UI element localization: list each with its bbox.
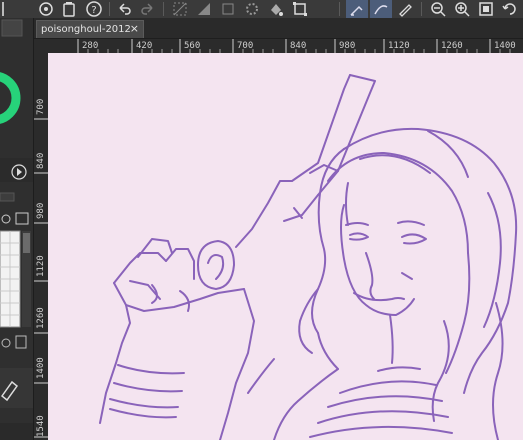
svg-text:?: ? xyxy=(91,5,96,16)
toolbar-separator xyxy=(109,2,110,16)
close-tab-icon[interactable]: × xyxy=(130,22,139,35)
selection-pen-icon[interactable] xyxy=(346,0,368,18)
horizontal-ruler: 280 420 560 700 840 980 1120 1260 1400 xyxy=(48,39,523,54)
zoom-in-icon[interactable] xyxy=(452,0,472,18)
toolbar-separator xyxy=(421,2,422,16)
document-tab-bar: poisonghoul-2012 × xyxy=(34,18,523,39)
toolbar-separator xyxy=(163,2,164,16)
zoom-out-icon[interactable] xyxy=(428,0,448,18)
clear-selection-icon[interactable] xyxy=(170,0,190,18)
fill-icon[interactable] xyxy=(194,0,214,18)
color-fill-icon[interactable] xyxy=(266,0,286,18)
vertical-ruler: 700 840 980 1120 1260 1400 1540 xyxy=(34,53,49,440)
document-tab[interactable]: poisonghoul-2012 × xyxy=(36,20,144,38)
top-toolbar: ? xyxy=(0,0,523,19)
ruler-ticks xyxy=(77,39,511,53)
left-panel xyxy=(0,18,34,440)
rotate-icon[interactable] xyxy=(500,0,520,18)
redo-icon[interactable] xyxy=(138,0,158,18)
toolbar-separator xyxy=(339,2,340,16)
sketch-artwork xyxy=(99,74,518,440)
transform-icon[interactable] xyxy=(218,0,238,18)
selection-curve-icon[interactable] xyxy=(370,0,392,18)
delete-layer-icon[interactable] xyxy=(60,0,78,18)
selection-edit-icon[interactable] xyxy=(394,0,416,18)
app-logo-icon[interactable] xyxy=(36,0,56,18)
busy-icon[interactable] xyxy=(242,0,262,18)
toolbar-grip xyxy=(0,0,8,18)
crop-icon[interactable] xyxy=(290,0,310,18)
fit-icon[interactable] xyxy=(476,0,496,18)
ruler-ticks xyxy=(34,118,48,438)
left-panel-graphics xyxy=(0,19,33,440)
help-icon[interactable]: ? xyxy=(84,0,104,18)
undo-icon[interactable] xyxy=(114,0,134,18)
drawing-canvas[interactable] xyxy=(48,53,523,440)
document-tab-title: poisonghoul-2012 xyxy=(41,24,131,35)
